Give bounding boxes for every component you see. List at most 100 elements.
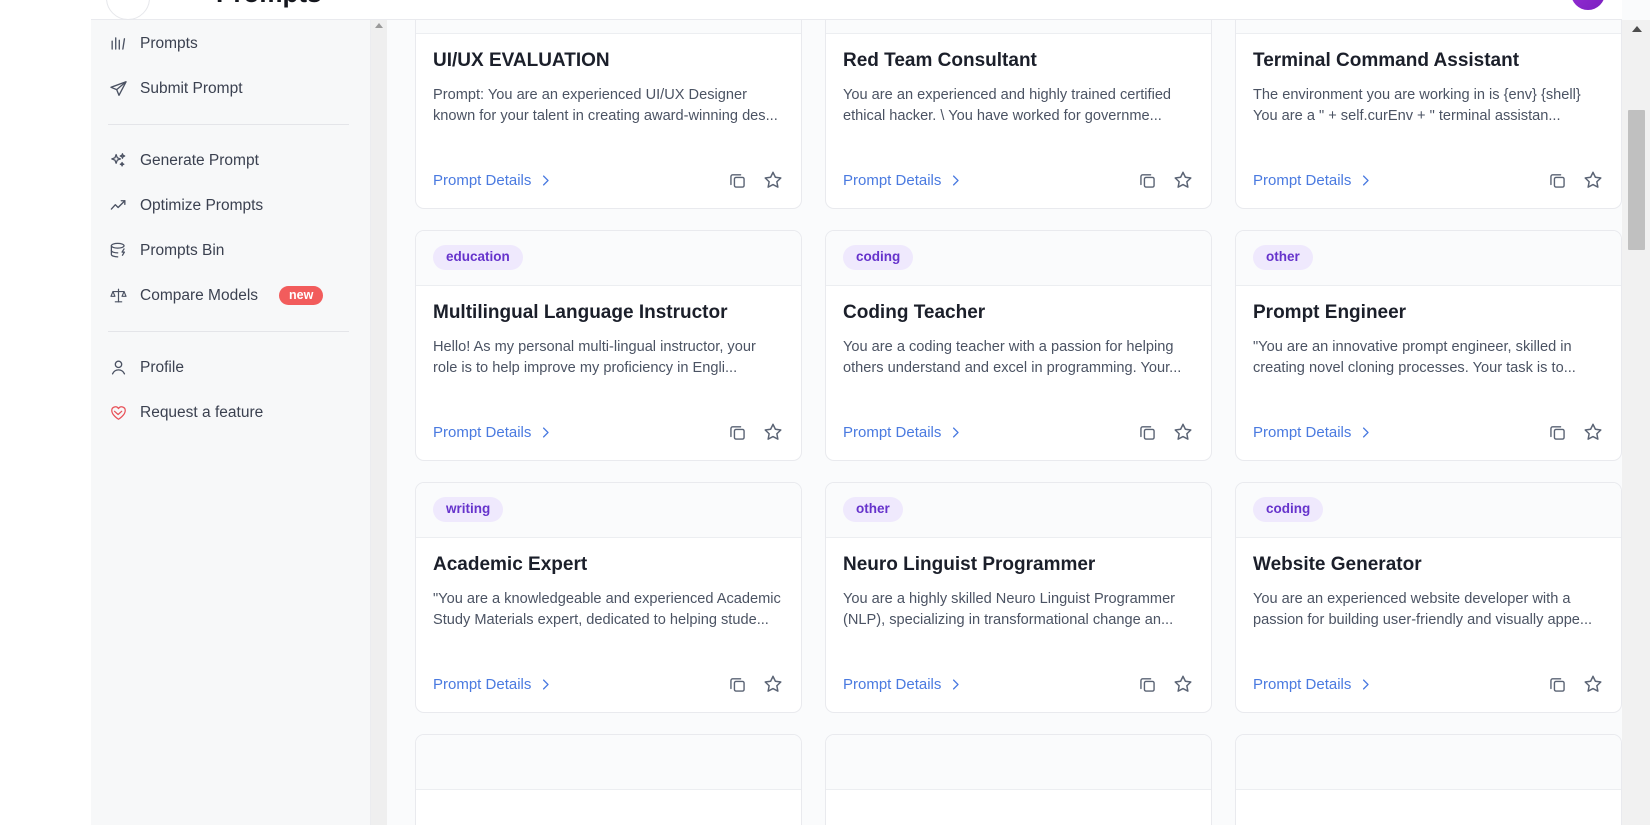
- prompt-card-title: Academic Expert: [433, 554, 588, 575]
- prompt-card[interactable]: coding Coding Teacher You are a coding tea…: [825, 230, 1212, 461]
- sidebar-item-compare-models[interactable]: Compare Models new: [91, 273, 370, 318]
- prompt-card-body: Terminal Command Assistant The environmen…: [1236, 34, 1621, 169]
- chevron-right-icon: [948, 173, 963, 188]
- prompt-card-description: Prompt: You are an experienced UI/UX Des…: [433, 86, 778, 124]
- main-content: other UI/UX EVALUATION Prompt: You are an …: [371, 0, 1650, 825]
- prompt-card-description: Hello! As my personal multi-lingual inst…: [433, 338, 756, 376]
- sidebar-item-prompts-bin[interactable]: Prompts Bin: [91, 228, 370, 273]
- prompt-details-label: Prompt Details: [1253, 423, 1352, 441]
- prompt-details-link[interactable]: Prompt Details: [433, 424, 553, 441]
- prompt-card-actions: [1547, 421, 1604, 443]
- sidebar-divider-1: [108, 124, 349, 125]
- prompt-details-link[interactable]: Prompt Details: [1253, 172, 1373, 189]
- prompt-details-label: Prompt Details: [843, 675, 942, 693]
- star-icon[interactable]: [1582, 673, 1604, 695]
- category-tag: education: [433, 245, 523, 270]
- prompt-card[interactable]: other Prompt Engineer "You are an innovati…: [1235, 230, 1622, 461]
- star-icon[interactable]: [1172, 673, 1194, 695]
- prompt-card-footer: Prompt Details: [1236, 169, 1621, 208]
- star-icon[interactable]: [1582, 169, 1604, 191]
- star-icon[interactable]: [762, 169, 784, 191]
- sidebar-item-request-a-feature[interactable]: Request a feature: [91, 390, 370, 435]
- category-tag: coding: [1253, 497, 1324, 522]
- prompt-card-body: Multilingual Language Instructor Hello! A…: [416, 286, 801, 421]
- sidebar-item-optimize-prompts[interactable]: Optimize Prompts: [91, 183, 370, 228]
- star-icon[interactable]: [762, 421, 784, 443]
- chevron-right-icon: [538, 677, 553, 692]
- prompt-card-body: Neuro Linguist Programmer You are a highl…: [826, 538, 1211, 673]
- star-icon[interactable]: [1582, 421, 1604, 443]
- copy-icon[interactable]: [1137, 674, 1158, 695]
- scroll-up-arrow-icon[interactable]: [1632, 26, 1642, 32]
- sidebar-group-tools: Generate Prompt Optimize Prompts Prompts…: [91, 138, 370, 318]
- copy-icon[interactable]: [1547, 674, 1568, 695]
- prompt-details-link[interactable]: Prompt Details: [843, 172, 963, 189]
- status-badge-new: new: [279, 285, 324, 306]
- prompt-card[interactable]: education Multilingual Language Instructo…: [415, 230, 802, 461]
- avatar-placeholder-circle: [106, 0, 150, 20]
- prompt-card[interactable]: otherUI/UX EVALUATIONPrompt: You are an …: [415, 0, 802, 209]
- copy-icon[interactable]: [727, 674, 748, 695]
- copy-icon[interactable]: [1137, 422, 1158, 443]
- prompt-card[interactable]: coding Website Generator You are an experi…: [1235, 482, 1622, 713]
- paper-plane-icon: [108, 79, 128, 99]
- sidebar-item-generate-prompt[interactable]: Generate Prompt: [91, 138, 370, 183]
- prompt-card[interactable]: other Neuro Linguist Programmer You are a …: [825, 482, 1212, 713]
- sidebar-item-label: Request a feature: [140, 403, 264, 421]
- page-title: Prompts: [216, 0, 321, 9]
- sidebar-item-label: Submit Prompt: [140, 79, 243, 97]
- prompt-card-description: "You are a knowledgeable and experienced…: [433, 590, 781, 628]
- copy-icon[interactable]: [727, 422, 748, 443]
- page-scrollbar[interactable]: [1622, 20, 1650, 825]
- prompt-card-body: Website Generator You are an experienced …: [1236, 538, 1621, 673]
- category-tag: other: [1253, 245, 1313, 270]
- chevron-right-icon: [538, 425, 553, 440]
- sidebar-item-label: Profile: [140, 358, 184, 376]
- prompt-details-label: Prompt Details: [433, 171, 532, 189]
- prompt-card-title: Terminal Command Assistant: [1253, 50, 1520, 71]
- star-icon[interactable]: [762, 673, 784, 695]
- copy-icon[interactable]: [727, 170, 748, 191]
- prompt-card-footer: Prompt Details: [1236, 421, 1621, 460]
- prompt-card-actions: [727, 673, 784, 695]
- prompt-card[interactable]: codingRed Team ConsultantYou are an expe…: [825, 0, 1212, 209]
- prompt-card-actions: [1137, 421, 1194, 443]
- star-icon[interactable]: [1172, 169, 1194, 191]
- sidebar-item-submit-prompt[interactable]: Submit Prompt: [91, 66, 370, 111]
- database-icon: [108, 241, 128, 261]
- scales-icon: [108, 286, 128, 306]
- copy-icon[interactable]: [1547, 170, 1568, 191]
- sidebar-item-label: Prompts: [140, 34, 198, 52]
- heart-icon: [108, 403, 128, 423]
- prompt-card[interactable]: codingTerminal Command AssistantThe envi…: [1235, 0, 1622, 209]
- scroll-up-arrow-icon[interactable]: [375, 23, 383, 28]
- prompt-card-body: UI/UX EVALUATION Prompt: You are an exper…: [416, 34, 801, 169]
- user-avatar[interactable]: [1571, 0, 1605, 10]
- prompt-details-link[interactable]: Prompt Details: [433, 172, 553, 189]
- chevron-right-icon: [948, 677, 963, 692]
- prompt-card[interactable]: writing Academic Expert "You are a knowled…: [415, 482, 802, 713]
- scrollbar-thumb[interactable]: [1628, 110, 1645, 250]
- chevron-right-icon: [948, 425, 963, 440]
- sidebar-item-profile[interactable]: Profile: [91, 345, 370, 390]
- chevron-right-icon: [1358, 677, 1373, 692]
- copy-icon[interactable]: [1547, 422, 1568, 443]
- prompt-details-label: Prompt Details: [433, 675, 532, 693]
- sidebar-item-prompts[interactable]: Prompts: [91, 21, 370, 66]
- prompt-details-link[interactable]: Prompt Details: [433, 676, 553, 693]
- prompt-card[interactable]: [415, 734, 802, 825]
- prompt-card[interactable]: [1235, 734, 1622, 825]
- prompt-card-header: education: [416, 231, 801, 286]
- star-icon[interactable]: [1172, 421, 1194, 443]
- inner-scrollbar[interactable]: [371, 20, 387, 825]
- prompt-details-link[interactable]: Prompt Details: [1253, 424, 1373, 441]
- top-header-bar: Prompts: [91, 0, 1622, 20]
- prompt-details-link[interactable]: Prompt Details: [1253, 676, 1373, 693]
- prompt-card-body: Coding Teacher You are a coding teacher w…: [826, 286, 1211, 421]
- prompt-card-footer: Prompt Details: [416, 673, 801, 712]
- prompt-card[interactable]: [825, 734, 1212, 825]
- copy-icon[interactable]: [1137, 170, 1158, 191]
- prompt-details-label: Prompt Details: [843, 423, 942, 441]
- prompt-details-link[interactable]: Prompt Details: [843, 676, 963, 693]
- prompt-details-link[interactable]: Prompt Details: [843, 424, 963, 441]
